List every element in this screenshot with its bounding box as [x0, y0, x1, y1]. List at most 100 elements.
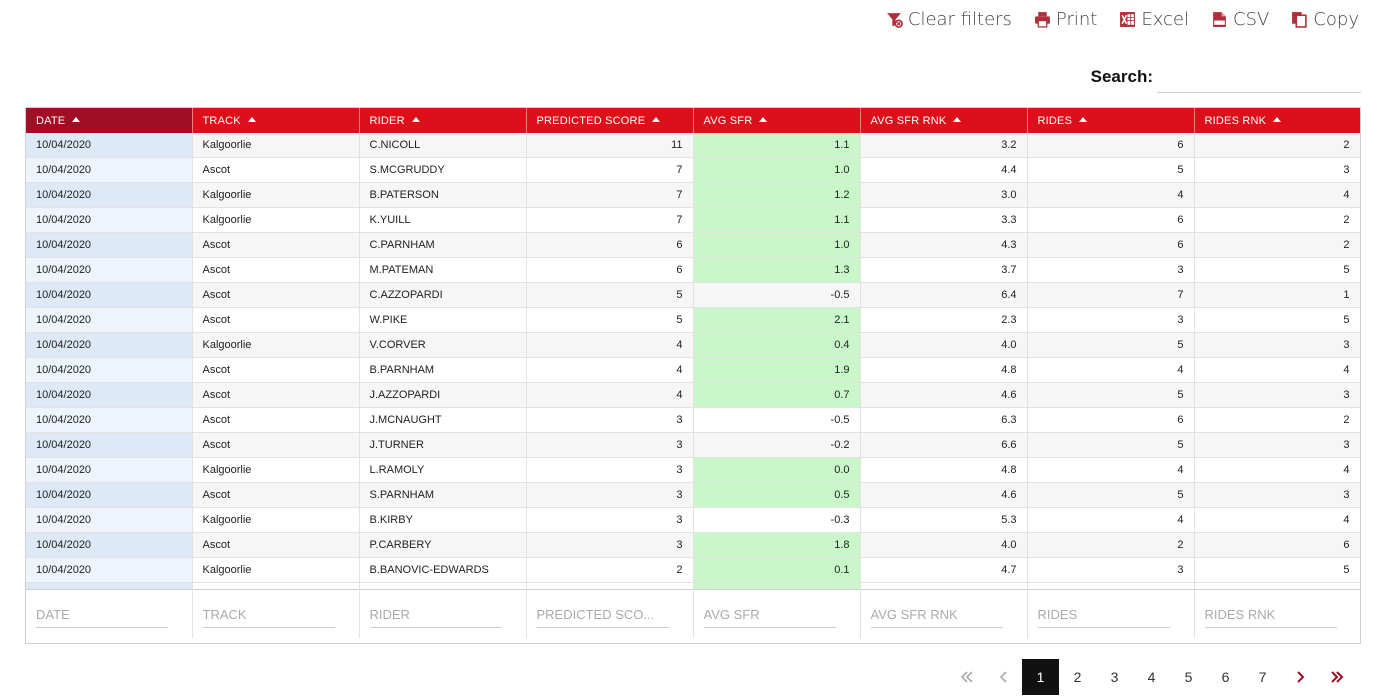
next-page-icon — [1296, 671, 1304, 683]
prev-page-button[interactable] — [985, 659, 1022, 695]
column-header-rider[interactable]: RIDER — [359, 108, 527, 133]
filter-input-rides[interactable] — [1037, 600, 1170, 628]
printer-icon — [1034, 12, 1050, 28]
search-input[interactable] — [1157, 60, 1361, 93]
print-button[interactable]: Print — [1034, 9, 1097, 30]
table-row[interactable]: 10/04/2020 Kalgoorlie L.RAMOLY 3 0.0 4.8 4 4 — [26, 457, 1360, 483]
table-cell-track: Kalgoorlie — [192, 457, 360, 483]
table-cell-rides: 5 — [1027, 332, 1195, 358]
table-cell-date: 10/04/2020 — [26, 532, 193, 558]
table-cell-rider: S.MCGRUDDY — [359, 157, 527, 183]
pagination: 1234567 — [948, 659, 1355, 695]
column-header-track[interactable]: TRACK — [192, 108, 360, 133]
table-row[interactable]: 10/04/2020 Kalgoorlie B.KIRBY 3 -0.3 5.3 4 4 — [26, 507, 1360, 533]
table-cell-rider: K.YUILL — [359, 207, 527, 233]
excel-button[interactable]: Excel — [1119, 9, 1189, 30]
page-button-5[interactable]: 5 — [1170, 659, 1207, 695]
filter-cell — [693, 589, 861, 638]
search-label: Search: — [1090, 67, 1153, 86]
filter-input-rider[interactable] — [369, 600, 502, 628]
table-cell-rider: B.PARNHAM — [359, 357, 527, 383]
table-row[interactable]: 10/04/2020 Ascot J.AZZOPARDI 4 0.7 4.6 5 3 — [26, 382, 1360, 408]
table-cell-rider: J.AZZOPARDI — [359, 382, 527, 408]
copy-button[interactable]: Copy — [1291, 9, 1359, 30]
table-row[interactable]: 10/04/2020 Kalgoorlie K.YUILL 7 1.1 3.3 6 2 — [26, 207, 1360, 233]
clear-filters-button[interactable]: Clear filters — [886, 9, 1012, 30]
filter-input-date[interactable] — [36, 600, 168, 628]
page-button-3[interactable]: 3 — [1096, 659, 1133, 695]
table-row[interactable]: 10/04/2020 Ascot C.PARNHAM 6 1.0 4.3 6 2 — [26, 232, 1360, 258]
table-row[interactable]: 10/04/2020 Ascot W.PIKE 5 2.1 2.3 3 5 — [26, 307, 1360, 333]
table-cell-sfr-rnk: 4.6 — [860, 482, 1028, 508]
table-row[interactable]: 10/04/2020 Kalgoorlie B.BANOVIC-EDWARDS 2 0.… — [26, 557, 1360, 583]
table-cell-sfr-rnk: 4.4 — [860, 157, 1028, 183]
column-header-date[interactable]: DATE — [26, 108, 193, 133]
table-cell-score: 3 — [526, 507, 694, 533]
filter-input-avg-sfr[interactable] — [703, 600, 836, 628]
filter-cell — [26, 589, 193, 638]
table-cell — [693, 582, 861, 590]
filter-input-predicted-score[interactable] — [536, 600, 669, 628]
page-numbers: 1234567 — [1022, 659, 1281, 695]
table-row[interactable]: 10/04/2020 Ascot P.CARBERY 3 1.8 4.0 2 6 — [26, 532, 1360, 558]
table-cell-track: Kalgoorlie — [192, 557, 360, 583]
filter-input-avg-sfr-rnk[interactable] — [870, 600, 1003, 628]
table-cell-sfr-rnk: 4.8 — [860, 457, 1028, 483]
last-page-button[interactable] — [1318, 659, 1355, 695]
column-header-label: RIDES RNK — [1204, 114, 1267, 127]
column-header-rides-rnk[interactable]: RIDES RNK — [1194, 108, 1360, 133]
table-cell-rides-rnk: 1 — [1194, 282, 1360, 308]
table-row[interactable]: 10/04/2020 Kalgoorlie B.PATERSON 7 1.2 3.0 4 4 — [26, 182, 1360, 208]
column-header-rides[interactable]: RIDES — [1027, 108, 1195, 133]
table-row[interactable]: 10/04/2020 Ascot S.MCGRUDDY 7 1.0 4.4 5 3 — [26, 157, 1360, 183]
table-cell-sfr-rnk: 4.0 — [860, 532, 1028, 558]
filter-input-track[interactable] — [202, 600, 335, 628]
next-page-button[interactable] — [1281, 659, 1318, 695]
table-row[interactable]: 10/04/2020 Kalgoorlie C.NICOLL 11 1.1 3.2 6 2 — [26, 133, 1360, 158]
table-row[interactable]: 10/04/2020 Ascot S.PARNHAM 3 0.5 4.6 5 3 — [26, 482, 1360, 508]
column-header-label: DATE — [36, 114, 66, 127]
table-cell-rider: P.CARBERY — [359, 532, 527, 558]
table-row[interactable]: 10/04/2020 Ascot B.PARNHAM 4 1.9 4.8 4 4 — [26, 357, 1360, 383]
csv-button[interactable]: CSV — [1211, 9, 1269, 30]
export-toolbar: Clear filters Print Excel CSV Copy — [886, 9, 1359, 30]
column-header-label: TRACK — [202, 114, 241, 127]
table-cell-rides-rnk: 3 — [1194, 382, 1360, 408]
table-cell-date: 10/04/2020 — [26, 557, 193, 583]
page-button-7[interactable]: 7 — [1244, 659, 1281, 695]
page-button-4[interactable]: 4 — [1133, 659, 1170, 695]
table-cell-score: 7 — [526, 157, 694, 183]
table-cell-rides-rnk: 4 — [1194, 182, 1360, 208]
table-cell — [860, 582, 1028, 590]
table-cell-date: 10/04/2020 — [26, 407, 193, 433]
page-button-1[interactable]: 1 — [1022, 659, 1059, 695]
table-cell-rider: S.PARNHAM — [359, 482, 527, 508]
table-cell-score: 4 — [526, 382, 694, 408]
first-page-button[interactable] — [948, 659, 985, 695]
excel-label: Excel — [1141, 9, 1190, 30]
page-button-6[interactable]: 6 — [1207, 659, 1244, 695]
table-cell-rides: 3 — [1027, 307, 1195, 333]
table-cell-date: 10/04/2020 — [26, 307, 193, 333]
table-row[interactable]: 10/04/2020 Kalgoorlie V.CORVER 4 0.4 4.0 5 3 — [26, 332, 1360, 358]
table-row[interactable]: 10/04/2020 Ascot J.MCNAUGHT 3 -0.5 6.3 6 2 — [26, 407, 1360, 433]
table-cell-sfr-rnk: 2.3 — [860, 307, 1028, 333]
table-cell-rides: 6 — [1027, 133, 1195, 158]
table-cell-track: Kalgoorlie — [192, 507, 360, 533]
column-header-avg-sfr-rnk[interactable]: AVG SFR RNK — [860, 108, 1028, 133]
table-row[interactable]: 10/04/2020 Ascot J.TURNER 3 -0.2 6.6 5 3 — [26, 432, 1360, 458]
filter-row — [26, 589, 1360, 638]
column-header-avg-sfr[interactable]: AVG SFR — [693, 108, 861, 133]
table-cell-track: Ascot — [192, 257, 360, 283]
table-cell-sfr: -0.2 — [693, 432, 861, 458]
table-cell-rides: 5 — [1027, 482, 1195, 508]
table-row[interactable]: 10/04/2020 Ascot C.AZZOPARDI 5 -0.5 6.4 7 1 — [26, 282, 1360, 308]
page-button-2[interactable]: 2 — [1059, 659, 1096, 695]
table-cell-rides: 3 — [1027, 557, 1195, 583]
column-header-predicted-score[interactable]: PREDICTED SCORE — [526, 108, 694, 133]
filter-cell — [860, 589, 1028, 638]
table-body: 10/04/2020 Kalgoorlie C.NICOLL 11 1.1 3.2 6 2 10… — [26, 133, 1360, 583]
filter-input-rides-rnk[interactable] — [1204, 600, 1337, 628]
table-cell-track: Ascot — [192, 357, 360, 383]
table-row[interactable]: 10/04/2020 Ascot M.PATEMAN 6 1.3 3.7 3 5 — [26, 257, 1360, 283]
